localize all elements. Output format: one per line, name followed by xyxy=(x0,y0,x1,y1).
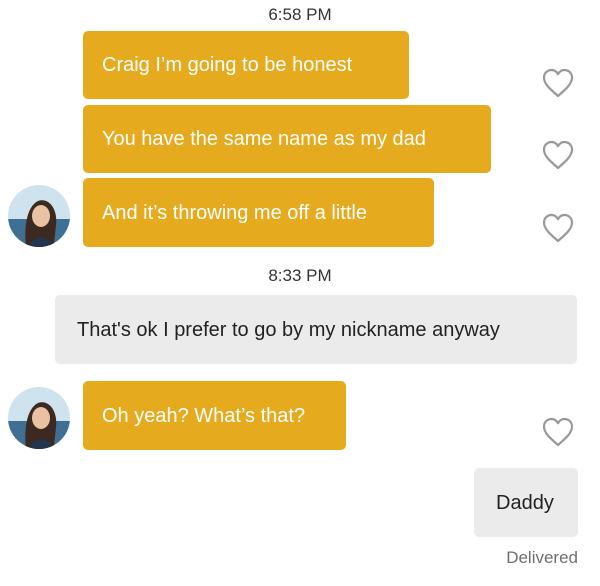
timestamp: 6:58 PM xyxy=(268,5,332,24)
message-text: That's ok I prefer to go by my nickname … xyxy=(77,318,500,341)
incoming-message[interactable]: Oh yeah? What’s that? xyxy=(83,381,346,450)
outgoing-message[interactable]: That's ok I prefer to go by my nickname … xyxy=(55,295,577,364)
avatar[interactable] xyxy=(8,185,70,247)
avatar[interactable] xyxy=(8,387,70,449)
outgoing-message[interactable]: Daddy xyxy=(474,468,578,537)
delivery-status: Delivered xyxy=(506,548,578,567)
heart-icon[interactable] xyxy=(541,212,575,244)
message-text: Craig I’m going to be honest xyxy=(102,54,353,76)
heart-icon[interactable] xyxy=(541,67,575,99)
message-text: And it’s throwing me off a little xyxy=(102,201,367,224)
incoming-message[interactable]: And it’s throwing me off a little xyxy=(83,178,434,247)
timestamp: 8:33 PM xyxy=(268,266,332,285)
message-text: Oh yeah? What’s that? xyxy=(102,404,306,427)
message-text: Daddy xyxy=(496,491,554,514)
heart-icon[interactable] xyxy=(541,139,575,171)
heart-icon[interactable] xyxy=(541,416,575,448)
incoming-message[interactable]: Craig I’m going to be honest xyxy=(83,31,409,99)
message-text: You have the same name as my dad xyxy=(102,128,426,150)
incoming-message[interactable]: You have the same name as my dad xyxy=(83,105,491,173)
